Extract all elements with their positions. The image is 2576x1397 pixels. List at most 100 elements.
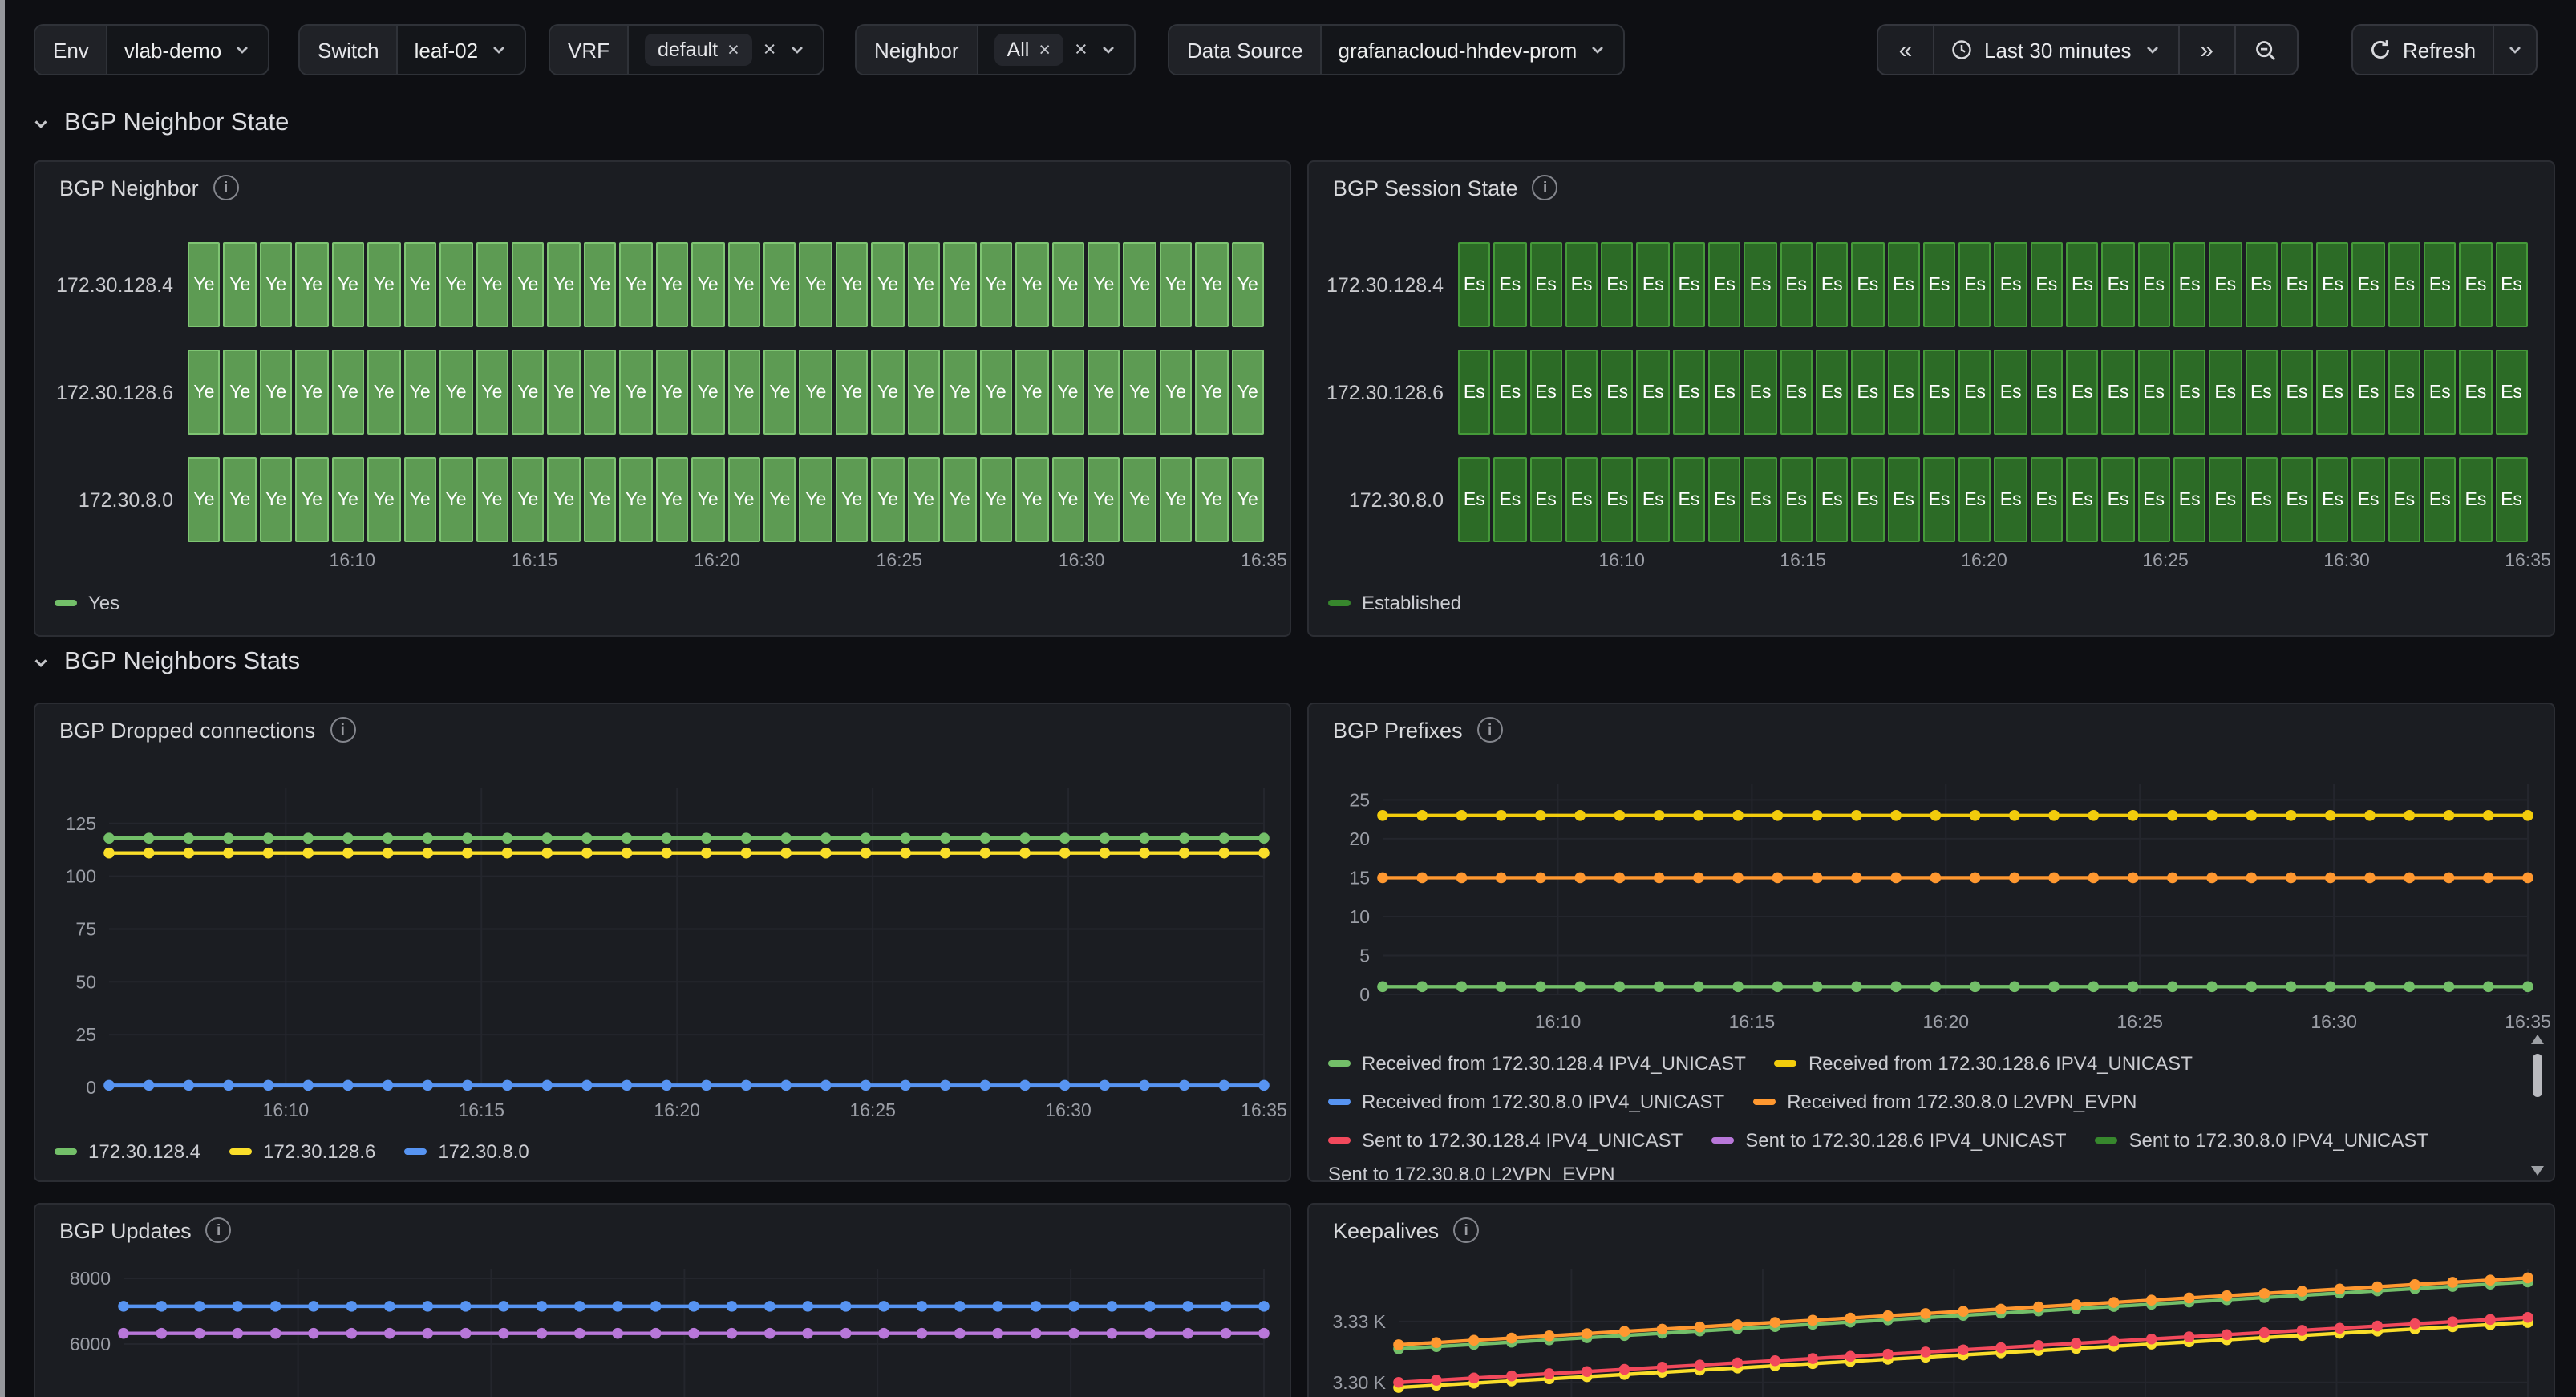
- state-block[interactable]: Es: [2352, 242, 2385, 327]
- state-block[interactable]: Es: [2066, 350, 2099, 435]
- state-block[interactable]: Ye: [512, 242, 545, 327]
- state-block[interactable]: Ye: [332, 457, 365, 542]
- state-block[interactable]: Es: [2102, 457, 2135, 542]
- state-block[interactable]: Es: [1923, 242, 1956, 327]
- state-block[interactable]: Es: [2460, 242, 2493, 327]
- state-block[interactable]: Es: [2281, 457, 2314, 542]
- state-block[interactable]: Es: [1852, 457, 1885, 542]
- panel-header[interactable]: BGP Updates i: [35, 1205, 1290, 1256]
- state-block[interactable]: Ye: [908, 457, 941, 542]
- state-block[interactable]: Ye: [655, 457, 688, 542]
- state-block[interactable]: Es: [1780, 242, 1813, 327]
- refresh-interval-dropdown[interactable]: [2492, 26, 2535, 74]
- time-shift-forward-button[interactable]: »: [2178, 26, 2234, 74]
- state-block[interactable]: Es: [2245, 457, 2278, 542]
- state-block[interactable]: Es: [1744, 457, 1777, 542]
- state-block[interactable]: Ye: [224, 242, 257, 327]
- state-block[interactable]: Ye: [763, 242, 796, 327]
- state-block[interactable]: Es: [1958, 350, 1991, 435]
- state-block[interactable]: Ye: [800, 457, 832, 542]
- state-block[interactable]: Ye: [403, 242, 436, 327]
- state-block[interactable]: Ye: [872, 242, 905, 327]
- state-block[interactable]: Ye: [439, 242, 472, 327]
- filter-datasource[interactable]: Data Source grafanacloud-hhdev-prom: [1168, 24, 1625, 75]
- state-block[interactable]: Ye: [1124, 350, 1156, 435]
- state-block[interactable]: Ye: [1231, 457, 1264, 542]
- state-block[interactable]: Ye: [908, 242, 941, 327]
- state-block[interactable]: Ye: [296, 242, 329, 327]
- state-block[interactable]: Es: [2137, 242, 2170, 327]
- legend-item[interactable]: Received from 172.30.8.0 L2VPN_EVPN: [1753, 1091, 2137, 1113]
- state-block[interactable]: Es: [2031, 350, 2064, 435]
- state-block[interactable]: Es: [2316, 242, 2349, 327]
- state-block[interactable]: Es: [1923, 350, 1956, 435]
- state-block[interactable]: Es: [1708, 350, 1741, 435]
- state-block[interactable]: Ye: [979, 242, 1012, 327]
- state-block[interactable]: Ye: [260, 350, 293, 435]
- filter-neighbor-value[interactable]: All × ×: [978, 26, 1134, 74]
- state-block[interactable]: Ye: [872, 457, 905, 542]
- state-block[interactable]: Es: [2209, 457, 2242, 542]
- filter-env[interactable]: Env vlab-demo: [34, 24, 269, 75]
- state-block[interactable]: Es: [1852, 242, 1885, 327]
- state-block[interactable]: Es: [1637, 242, 1670, 327]
- state-block[interactable]: Ye: [332, 350, 365, 435]
- state-block[interactable]: Ye: [512, 457, 545, 542]
- state-block[interactable]: Ye: [1015, 457, 1048, 542]
- state-block[interactable]: Ye: [548, 457, 581, 542]
- state-block[interactable]: Es: [1565, 350, 1598, 435]
- state-block[interactable]: Es: [1601, 350, 1634, 435]
- state-block[interactable]: Ye: [1015, 350, 1048, 435]
- state-block[interactable]: Ye: [836, 350, 869, 435]
- state-block[interactable]: Es: [2066, 242, 2099, 327]
- state-block[interactable]: Es: [1995, 242, 2027, 327]
- state-block[interactable]: Ye: [836, 457, 869, 542]
- info-icon[interactable]: i: [1453, 1217, 1479, 1243]
- state-block[interactable]: Es: [2316, 350, 2349, 435]
- state-block[interactable]: Ye: [763, 350, 796, 435]
- state-block[interactable]: Ye: [1196, 242, 1229, 327]
- panel-header[interactable]: BGP Neighbor i: [35, 162, 1290, 213]
- scroll-up-icon[interactable]: [2531, 1035, 2544, 1044]
- state-block[interactable]: Ye: [691, 242, 724, 327]
- panel-header[interactable]: BGP Session State i: [1309, 162, 2554, 213]
- state-block[interactable]: Ye: [1051, 457, 1084, 542]
- refresh-button[interactable]: Refresh: [2353, 26, 2492, 74]
- state-block[interactable]: Es: [1494, 242, 1527, 327]
- state-block[interactable]: Es: [1958, 242, 1991, 327]
- remove-tag-icon[interactable]: ×: [1039, 40, 1051, 60]
- state-block[interactable]: Es: [2316, 457, 2349, 542]
- state-block[interactable]: Ye: [727, 457, 760, 542]
- filter-env-value[interactable]: vlab-demo: [108, 26, 268, 74]
- state-block[interactable]: Es: [2495, 350, 2528, 435]
- state-block[interactable]: Ye: [584, 242, 617, 327]
- state-block[interactable]: Ye: [800, 350, 832, 435]
- state-block[interactable]: Ye: [1051, 350, 1084, 435]
- state-block[interactable]: Ye: [224, 457, 257, 542]
- state-block[interactable]: Es: [1565, 242, 1598, 327]
- state-block[interactable]: Es: [2173, 457, 2206, 542]
- state-block[interactable]: Es: [1601, 457, 1634, 542]
- state-block[interactable]: Ye: [188, 350, 221, 435]
- state-block[interactable]: Ye: [367, 242, 400, 327]
- bgp-prefixes-chart[interactable]: 252015105016:1016:1516:2016:2516:3016:35…: [1309, 704, 2554, 1180]
- state-block[interactable]: Es: [2281, 350, 2314, 435]
- filter-neighbor[interactable]: Neighbor All × ×: [855, 24, 1136, 75]
- state-block[interactable]: Ye: [1160, 457, 1193, 542]
- state-block[interactable]: Ye: [1196, 457, 1229, 542]
- state-block[interactable]: Ye: [548, 242, 581, 327]
- state-block[interactable]: Es: [2137, 350, 2170, 435]
- state-block[interactable]: Ye: [872, 350, 905, 435]
- info-icon[interactable]: i: [206, 1217, 232, 1243]
- state-block[interactable]: Es: [2245, 350, 2278, 435]
- state-block[interactable]: Ye: [476, 350, 508, 435]
- state-block[interactable]: Es: [2209, 350, 2242, 435]
- state-block[interactable]: Es: [1565, 457, 1598, 542]
- state-block[interactable]: Ye: [512, 350, 545, 435]
- clear-filter-icon[interactable]: ×: [763, 39, 776, 61]
- legend-item[interactable]: Established: [1328, 592, 1461, 614]
- state-block[interactable]: Ye: [727, 350, 760, 435]
- state-block[interactable]: Ye: [224, 350, 257, 435]
- state-block[interactable]: Ye: [367, 350, 400, 435]
- state-block[interactable]: Ye: [943, 350, 976, 435]
